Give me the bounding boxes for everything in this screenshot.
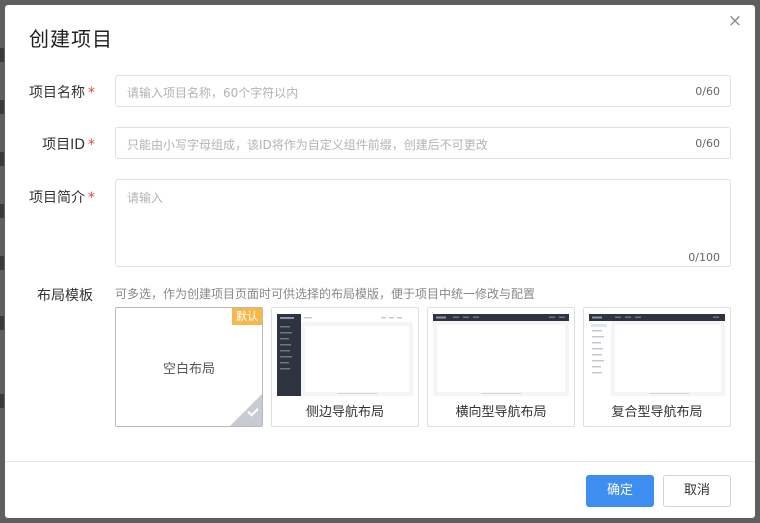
project-intro-label-text: 项目简介	[29, 190, 85, 206]
dialog-title: 创建项目	[29, 27, 113, 51]
project-id-placeholder: 只能由小写字母组成，该ID将作为自定义组件前缀，创建后不可更改	[127, 138, 488, 152]
project-id-label-text: 项目ID	[42, 137, 85, 153]
default-badge: 默认	[232, 308, 262, 325]
template-card-label: 侧边导航布局	[305, 405, 384, 420]
template-card-blank[interactable]: 空白布局 默认	[115, 307, 263, 427]
close-icon[interactable]: ×	[727, 13, 743, 30]
side-nav-thumbnail	[277, 314, 413, 396]
project-name-input[interactable]: 请输入项目名称，60个字符以内 0/60	[115, 75, 731, 107]
dialog-footer: 确定 取消	[5, 461, 755, 518]
project-name-counter: 0/60	[695, 85, 720, 98]
template-card-label: 横向型导航布局	[455, 405, 547, 420]
create-project-dialog: 创建项目 × 项目名称 * 请输入项目名称，60个字符以内 0/60 项目ID * …	[5, 5, 755, 518]
required-mark: *	[88, 137, 95, 153]
project-name-placeholder: 请输入项目名称，60个字符以内	[127, 86, 299, 100]
background-fragment	[0, 394, 4, 408]
cancel-button[interactable]: 取消	[663, 475, 731, 507]
project-name-label: 项目名称 *	[5, 82, 95, 102]
required-mark: *	[88, 190, 95, 206]
template-card-horizontal-nav[interactable]: 横向型导航布局	[427, 307, 575, 427]
background-fragment	[0, 256, 4, 270]
project-intro-label: 项目简介 *	[5, 187, 95, 207]
project-id-counter: 0/60	[695, 137, 720, 150]
background-fragment	[0, 100, 4, 114]
background-fragment	[0, 48, 4, 62]
project-intro-placeholder: 请输入	[127, 191, 164, 205]
project-intro-counter: 0/100	[688, 251, 720, 264]
background-fragment	[0, 316, 4, 330]
horizontal-nav-thumbnail	[433, 314, 569, 396]
layout-template-hint: 可多选，作为创建项目页面时可供选择的布局模版，便于项目中统一修改与配置	[115, 287, 536, 301]
check-icon	[230, 394, 262, 426]
background-fragment	[0, 152, 4, 166]
template-card-label: 复合型导航布局	[611, 405, 703, 420]
project-id-label: 项目ID *	[5, 134, 95, 154]
required-mark: *	[88, 85, 95, 101]
template-card-side-nav[interactable]: 侧边导航布局	[271, 307, 419, 427]
project-name-label-text: 项目名称	[29, 85, 85, 101]
project-id-input[interactable]: 只能由小写字母组成，该ID将作为自定义组件前缀，创建后不可更改 0/60	[115, 127, 731, 159]
layout-template-label: 布局模板	[37, 288, 93, 304]
composite-nav-thumbnail-graphic	[589, 314, 725, 396]
template-card-composite-nav[interactable]: 复合型导航布局	[583, 307, 731, 427]
horizontal-nav-thumbnail-graphic	[433, 314, 569, 396]
confirm-button[interactable]: 确定	[586, 475, 654, 507]
template-card-label: 空白布局	[162, 362, 215, 377]
project-intro-textarea[interactable]: 请输入 0/100	[115, 179, 731, 267]
background-fragment	[0, 204, 4, 218]
composite-nav-thumbnail	[589, 314, 725, 396]
side-nav-thumbnail-graphic	[277, 314, 413, 396]
